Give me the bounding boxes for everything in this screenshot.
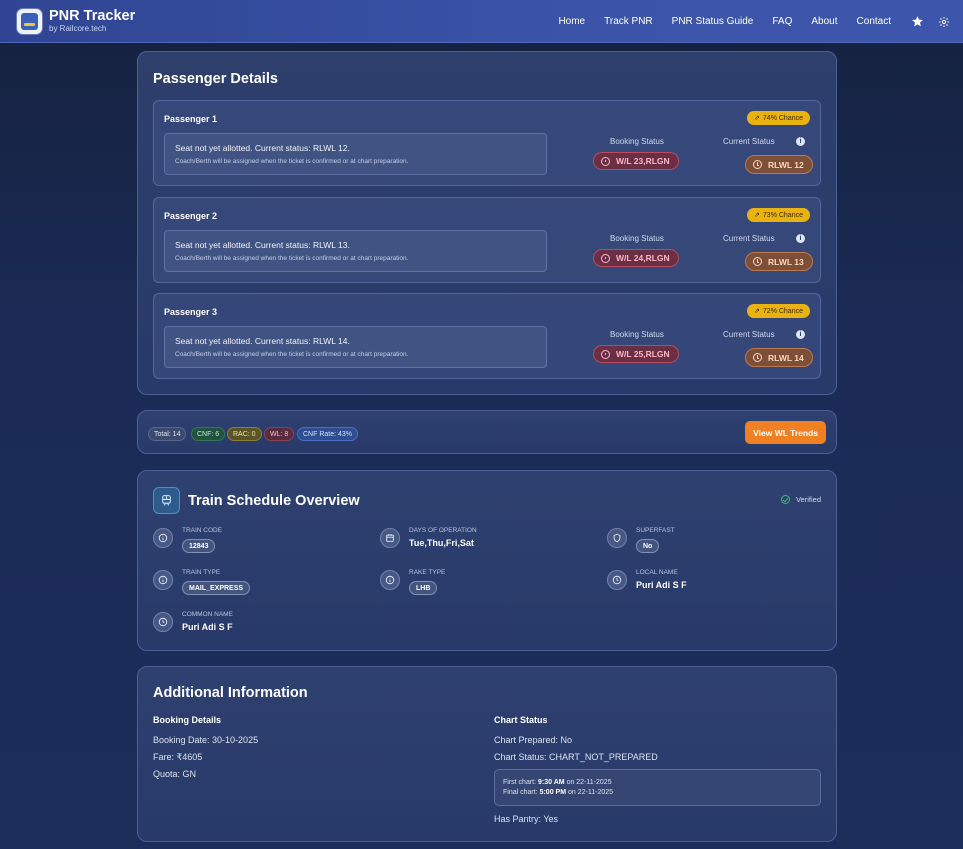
wl-chip: WL: 8 (264, 427, 295, 441)
nav-home[interactable]: Home (558, 16, 585, 27)
passenger-name: Passenger 2 (164, 211, 218, 221)
current-status-badge: RLWL 12 (745, 155, 813, 174)
clock-icon (607, 570, 627, 590)
passenger-row-3: Passenger 3 ⇗ 72% Chance Seat not yet all… (153, 293, 821, 379)
nav-about[interactable]: About (811, 16, 837, 27)
booking-status-badge: W/L 25,RLGN (593, 345, 679, 363)
seat-status-message: Seat not yet allotted. Current status: R… (164, 230, 547, 272)
top-navbar: PNR Tracker by Railcore.tech Home Track … (0, 0, 963, 43)
brand[interactable]: PNR Tracker by Railcore.tech (17, 7, 136, 34)
verified-badge: Verified (780, 495, 821, 504)
trend-icon: ⇗ (754, 115, 760, 122)
trend-icon: ⇗ (754, 308, 760, 315)
info-icon[interactable]: i (796, 330, 805, 339)
has-pantry: Has Pantry: Yes (494, 814, 559, 824)
booking-status-badge: W/L 23,RLGN (593, 152, 679, 170)
trend-icon: ⇗ (754, 212, 760, 219)
booking-status-label: Booking Status (610, 330, 664, 339)
passenger-details-title: Passenger Details (153, 71, 278, 87)
rac-chip: RAC: 0 (227, 427, 262, 441)
confirmation-chance-badge: ⇗ 74% Chance (747, 111, 810, 125)
calendar-icon (380, 528, 400, 548)
superfast-value: No (636, 539, 660, 553)
common-name-value: Puri Adi S F (182, 622, 233, 632)
info-icon[interactable]: i (796, 137, 805, 146)
fare: Fare: ₹4605 (153, 752, 203, 762)
clock-icon (153, 612, 173, 632)
passenger-row-2: Passenger 2 ⇗ 73% Chance Seat not yet all… (153, 197, 821, 283)
logo-icon (17, 8, 42, 34)
waitlist-icon (601, 253, 610, 263)
train-code-value: 12843 (182, 539, 216, 553)
seat-status-message: Seat not yet allotted. Current status: R… (164, 326, 547, 368)
clock-icon (753, 257, 762, 266)
booking-status-label: Booking Status (610, 137, 664, 146)
passenger-row-1: Passenger 1 ⇗ 74% Chance Seat not yet all… (153, 100, 821, 186)
passenger-details-card: Passenger Details Passenger 1 ⇗ 74% Chanc… (137, 51, 837, 395)
schedule-title: Train Schedule Overview (188, 493, 360, 509)
nav-faq[interactable]: FAQ (772, 16, 792, 27)
train-icon (153, 487, 180, 514)
chart-times-box: First chart: 9:30 AM on 22-11-2025 Final… (494, 769, 821, 806)
info-icon[interactable]: i (796, 234, 805, 243)
chart-status-heading: Chart Status (494, 715, 548, 725)
view-wl-trends-button[interactable]: View WL Trends (745, 421, 826, 444)
rake-type-value: LHB (409, 581, 438, 595)
clock-icon (753, 160, 762, 169)
waitlist-icon (601, 349, 610, 359)
passenger-name: Passenger 1 (164, 114, 218, 124)
confirmation-chance-badge: ⇗ 72% Chance (747, 304, 810, 318)
current-status-label: Current Status (723, 137, 775, 146)
cnf-rate-chip: CNF Rate: 43% (297, 427, 359, 441)
nav-pnr-status-guide[interactable]: PNR Status Guide (672, 16, 754, 27)
brand-subtitle: by Railcore.tech (49, 24, 107, 34)
cnf-chip: CNF: 6 (191, 427, 226, 441)
first-chart-time: First chart: 9:30 AM on 22-11-2025 (503, 779, 612, 786)
train-schedule-card: Train Schedule Overview Verified TRAIN C… (137, 470, 837, 651)
clock-icon (753, 353, 762, 362)
total-chip: Total: 14 (148, 427, 187, 441)
star-icon[interactable] (910, 15, 924, 29)
chart-prepared: Chart Prepared: No (494, 735, 573, 745)
booking-status-label: Booking Status (610, 234, 664, 243)
additional-info-title: Additional Information (153, 685, 308, 701)
gear-icon[interactable] (937, 15, 951, 29)
quota: Quota: GN (153, 769, 197, 779)
info-icon (153, 570, 173, 590)
current-status-label: Current Status (723, 330, 775, 339)
shield-icon (607, 528, 627, 548)
train-type-value: MAIL_EXPRESS (182, 581, 251, 595)
nav-links: Home Track PNR PNR Status Guide FAQ Abou… (558, 0, 963, 43)
info-icon (380, 570, 400, 590)
booking-date: Booking Date: 30-10-2025 (153, 735, 259, 745)
nav-track-pnr[interactable]: Track PNR (604, 16, 653, 27)
additional-info-card: Additional Information Booking Details B… (137, 666, 837, 842)
passenger-name: Passenger 3 (164, 307, 218, 317)
final-chart-time: Final chart: 5:00 PM on 22-11-2025 (503, 789, 614, 796)
waitlist-icon (601, 156, 610, 166)
info-icon (153, 528, 173, 548)
booking-details-heading: Booking Details (153, 715, 222, 725)
seat-status-message: Seat not yet allotted. Current status: R… (164, 133, 547, 175)
days-of-operation-value: Tue,Thu,Fri,Sat (409, 538, 474, 548)
confirmation-chance-badge: ⇗ 73% Chance (747, 208, 810, 222)
nav-contact[interactable]: Contact (857, 16, 891, 27)
current-status-label: Current Status (723, 234, 775, 243)
local-name-value: Puri Adi S F (636, 580, 687, 590)
brand-title: PNR Tracker (49, 7, 136, 24)
current-status-badge: RLWL 14 (745, 348, 813, 367)
booking-status-badge: W/L 24,RLGN (593, 249, 679, 267)
check-icon (780, 495, 790, 504)
summary-bar: Total: 14 CNF: 6 RAC: 0 WL: 8 CNF Rate: … (137, 410, 837, 454)
current-status-badge: RLWL 13 (745, 252, 813, 271)
chart-status: Chart Status: CHART_NOT_PREPARED (494, 752, 658, 762)
